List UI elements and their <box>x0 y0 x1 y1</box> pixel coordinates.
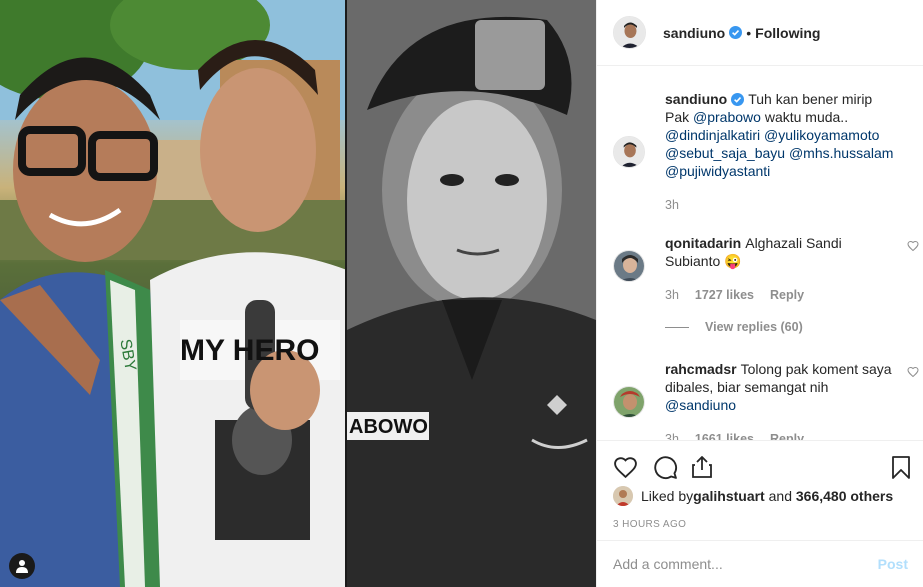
mention-link[interactable]: @sandiuno <box>665 397 736 413</box>
comment-like-heart-icon[interactable] <box>907 366 919 378</box>
post-side-panel: sandiuno • Following sandiuno Tuh kan ben… <box>596 0 923 587</box>
comment-meta: 3h 1727 likes Reply <box>665 286 897 304</box>
add-comment-form: Post <box>597 540 923 587</box>
comment-button[interactable] <box>651 453 679 481</box>
comment-username[interactable]: qonitadarin <box>665 235 741 251</box>
verified-icon <box>731 93 745 106</box>
photo-left-illustration: MY HERO SBY <box>0 0 347 587</box>
name-tag-text: ABOWO <box>349 416 428 438</box>
comment-username[interactable]: rahcmadsr <box>665 361 737 377</box>
comment-body: qonitadarin Alghazali Sandi Subianto 😜 3h… <box>665 234 897 304</box>
view-replies-button[interactable]: View replies (60) <box>665 320 803 334</box>
reply-button[interactable]: Reply <box>770 286 804 304</box>
liked-by-row: Liked by galihstuart and 366,480 others <box>613 486 893 506</box>
liker-avatar[interactable] <box>613 486 633 506</box>
comment-likes[interactable]: 1661 likes <box>695 430 754 440</box>
following-button[interactable]: Following <box>755 25 820 41</box>
comment-body: rahcmadsr Tolong pak koment saya dibales,… <box>665 360 897 440</box>
post-media[interactable]: MY HERO SBY ABOWO <box>0 0 596 587</box>
comment-like-heart-icon[interactable] <box>907 240 919 252</box>
comment-meta: 3h 1661 likes Reply <box>665 430 897 440</box>
view-replies-label: View replies (60) <box>705 320 803 334</box>
mention-link[interactable]: @prabowo <box>693 109 761 125</box>
liked-by-prefix: Liked by <box>641 488 694 504</box>
mention-link[interactable]: @yulikoyamamoto <box>764 127 879 143</box>
caption-body: sandiuno Tuh kan bener mirip Pak @prabowo… <box>665 90 897 214</box>
post-comment-button[interactable]: Post <box>872 556 914 572</box>
caption-author-avatar[interactable] <box>613 136 645 168</box>
likes-count[interactable]: 366,480 others <box>796 488 893 504</box>
shirt-text: MY HERO <box>180 334 319 367</box>
comments-list[interactable]: sandiuno Tuh kan bener mirip Pak @prabowo… <box>597 66 923 440</box>
post-timestamp[interactable]: 3 HOURS AGO <box>613 519 686 530</box>
post-actions-section: Liked by galihstuart and 366,480 others … <box>597 440 923 540</box>
view-replies-line <box>665 326 689 328</box>
avatar-image <box>614 137 644 167</box>
comment-icon <box>653 455 677 479</box>
separator-dot: • <box>746 24 752 41</box>
comment-likes[interactable]: 1727 likes <box>695 286 754 304</box>
avatar-image <box>614 17 645 48</box>
photo-right: ABOWO <box>347 0 596 587</box>
photo-right-illustration: ABOWO <box>347 0 596 587</box>
heart-icon <box>613 456 637 478</box>
like-button[interactable] <box>611 453 639 481</box>
commenter-avatar[interactable] <box>613 250 645 282</box>
author-username[interactable]: sandiuno <box>663 25 725 41</box>
comment-time[interactable]: 3h <box>665 286 679 304</box>
save-button[interactable] <box>887 453 915 481</box>
avatar-image <box>613 486 633 506</box>
liker-username[interactable]: galihstuart <box>693 488 765 504</box>
caption-text: waktu muda.. <box>760 109 849 125</box>
comment-item: rahcmadsr Tolong pak koment saya dibales,… <box>613 360 919 440</box>
bookmark-icon <box>892 455 910 479</box>
caption-meta: 3h <box>665 196 897 214</box>
mention-link[interactable]: @sebut_saja_bayu <box>665 145 785 161</box>
reply-button[interactable]: Reply <box>770 430 804 440</box>
share-button[interactable] <box>688 453 716 481</box>
liked-by-middle: and <box>764 488 796 504</box>
verified-icon <box>729 26 743 39</box>
share-icon <box>692 456 712 478</box>
caption-username[interactable]: sandiuno <box>665 91 727 107</box>
comment-input[interactable] <box>613 556 872 572</box>
caption-time[interactable]: 3h <box>665 196 679 214</box>
action-bar <box>611 453 911 481</box>
author-avatar[interactable] <box>613 16 646 49</box>
mention-link[interactable]: @pujiwidyastanti <box>665 163 770 179</box>
caption: sandiuno Tuh kan bener mirip Pak @prabowo… <box>613 90 913 212</box>
avatar-image <box>614 251 644 281</box>
photo-left: MY HERO SBY <box>0 0 347 587</box>
mention-link[interactable]: @mhs.hussalam <box>789 145 893 161</box>
avatar-image <box>614 387 644 417</box>
commenter-avatar[interactable] <box>613 386 645 418</box>
comment-time[interactable]: 3h <box>665 430 679 440</box>
mention-link[interactable]: @dindinjalkatiri <box>665 127 760 143</box>
user-tag-icon <box>16 560 28 573</box>
user-tag-button[interactable] <box>9 553 35 579</box>
post-header: sandiuno • Following <box>597 0 923 66</box>
